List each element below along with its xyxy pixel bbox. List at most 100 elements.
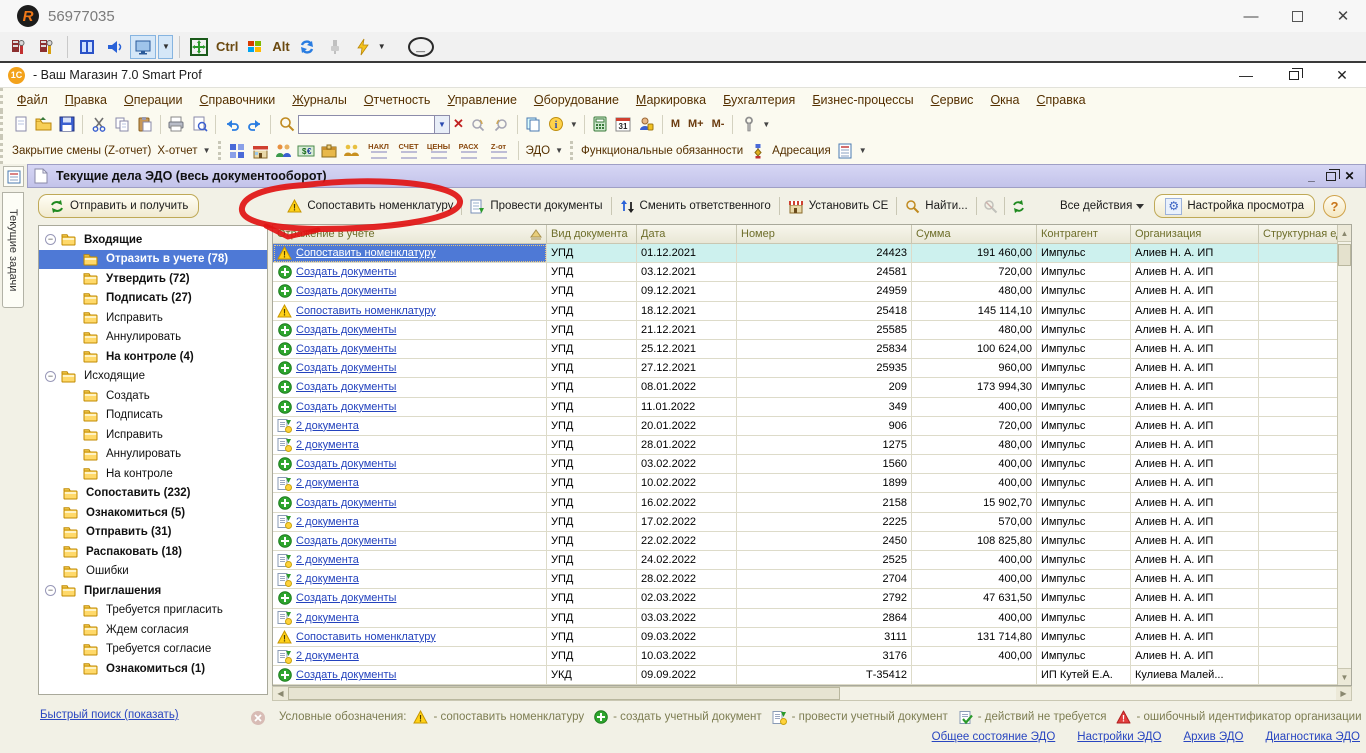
menu-отчетность[interactable]: Отчетность [364, 93, 431, 107]
copy-icon[interactable] [111, 114, 132, 135]
cell[interactable]: Импульс [1037, 628, 1131, 647]
cell[interactable]: 3111 [737, 628, 912, 647]
cell[interactable]: 11.01.2022 [637, 398, 737, 417]
cell[interactable]: Алиев Н. А. ИП [1131, 628, 1259, 647]
menu-операции[interactable]: Операции [124, 93, 182, 107]
cell[interactable]: Импульс [1037, 609, 1131, 628]
action-link[interactable]: Создать документы [296, 266, 396, 278]
tree-item[interactable]: Ознакомиться (5) [39, 503, 267, 523]
cell[interactable] [1259, 455, 1339, 474]
tree-item[interactable]: Распаковать (18) [39, 542, 267, 562]
cell[interactable]: УПД [547, 628, 637, 647]
find-button[interactable]: Найти... [899, 199, 973, 214]
action-link[interactable]: Создать документы [296, 362, 396, 374]
cell[interactable]: Алиев Н. А. ИП [1131, 436, 1259, 455]
tree-item[interactable]: −Исходящие [39, 367, 267, 387]
cell[interactable]: УПД [547, 302, 637, 321]
action-cell[interactable]: Создать документы [273, 282, 547, 301]
column-header[interactable]: Структурная ед... [1259, 225, 1339, 244]
cell[interactable]: УПД [547, 455, 637, 474]
action-link[interactable]: Создать документы [296, 535, 396, 547]
table-row[interactable]: Создать документыУПД16.02.2022215815 902… [273, 493, 1351, 512]
cell[interactable] [1259, 589, 1339, 608]
app-close-button[interactable]: ✕ [1318, 64, 1366, 87]
action-cell[interactable]: 2 документа [273, 570, 547, 589]
action-cell[interactable]: Создать документы [273, 398, 547, 417]
cell[interactable]: 400,00 [912, 551, 1037, 570]
tree-item[interactable]: Исправить [39, 425, 267, 445]
cell[interactable]: 15 902,70 [912, 493, 1037, 512]
cell[interactable]: УПД [547, 436, 637, 455]
cell[interactable]: Импульс [1037, 647, 1131, 666]
cell[interactable] [1259, 378, 1339, 397]
cell[interactable]: УПД [547, 340, 637, 359]
fullscreen-icon[interactable] [186, 35, 212, 59]
menu-окна[interactable]: Окна [990, 93, 1019, 107]
table-row[interactable]: 2 документаУПД03.03.20222864400,00Импуль… [273, 609, 1351, 628]
cell[interactable]: Импульс [1037, 321, 1131, 340]
duplicate-pages-icon[interactable] [523, 114, 544, 135]
action-cell[interactable]: Создать документы [273, 378, 547, 397]
cell[interactable]: УПД [547, 474, 637, 493]
table-row[interactable]: Создать документыУКД09.09.2022Т-35412ИП … [273, 666, 1351, 685]
tree-item-label[interactable]: Входящие [80, 233, 146, 247]
tree-item-label[interactable]: Ознакомиться (5) [82, 506, 189, 520]
cut-icon[interactable] [88, 114, 109, 135]
cell[interactable]: УПД [547, 570, 637, 589]
action-link[interactable]: Сопоставить номенклатуру [296, 247, 436, 259]
search-icon[interactable] [276, 114, 297, 135]
match-nomenclature-button[interactable]: !Сопоставить номенклатуру [281, 199, 459, 214]
action-cell[interactable]: Создать документы [273, 321, 547, 340]
cell[interactable]: Алиев Н. А. ИП [1131, 609, 1259, 628]
cell[interactable] [1259, 474, 1339, 493]
edo-menu-button[interactable]: ЭДО [523, 145, 554, 157]
cell[interactable]: УПД [547, 532, 637, 551]
footer-link[interactable]: Диагностика ЭДО [1266, 731, 1360, 743]
cell[interactable]: 131 714,80 [912, 628, 1037, 647]
cell[interactable] [1259, 282, 1339, 301]
table-row[interactable]: Создать документыУПД03.02.20221560400,00… [273, 455, 1351, 474]
cell[interactable]: 10.02.2022 [637, 474, 737, 493]
cell[interactable] [1259, 666, 1339, 685]
cell[interactable]: 400,00 [912, 609, 1037, 628]
tree-item-label[interactable]: Требуется пригласить [102, 603, 227, 617]
remote-maximize-button[interactable] [1274, 1, 1320, 31]
cell[interactable]: Алиев Н. А. ИП [1131, 532, 1259, 551]
vertical-scroll-thumb[interactable] [1338, 244, 1351, 266]
scroll-left-icon[interactable]: ◀ [273, 687, 288, 700]
action-cell[interactable]: Создать документы [273, 666, 547, 685]
windows-key-icon[interactable] [242, 35, 268, 59]
tree-item-label[interactable]: Ошибки [82, 564, 133, 578]
table-row[interactable]: Создать документыУПД27.12.202125935960,0… [273, 359, 1351, 378]
preview-icon[interactable] [189, 114, 210, 135]
cell[interactable]: 24423 [737, 244, 912, 263]
refresh-icon[interactable] [294, 35, 320, 59]
cell[interactable] [1259, 398, 1339, 417]
column-header[interactable]: Сумма [912, 225, 1037, 244]
addressing-dropdown[interactable]: ▼ [859, 146, 867, 155]
reports-dropdown[interactable]: ▼ [203, 146, 211, 155]
print-icon[interactable] [166, 114, 187, 135]
tree-item[interactable]: −Приглашения [39, 581, 267, 601]
table-row[interactable]: !Сопоставить номенклатуруУПД18.12.202125… [273, 302, 1351, 321]
cell[interactable]: Импульс [1037, 263, 1131, 282]
action-link[interactable]: 2 документа [296, 420, 359, 432]
table-row[interactable]: Создать документыУПД08.01.2022209173 994… [273, 378, 1351, 397]
cell[interactable]: 2525 [737, 551, 912, 570]
table-row[interactable]: 2 документаУПД24.02.20222525400,00Импуль… [273, 551, 1351, 570]
cell[interactable]: УПД [547, 263, 637, 282]
badge-цены[interactable]: ЦЕНЫ [425, 143, 453, 159]
tree-item-label[interactable]: Сопоставить (232) [82, 486, 194, 500]
cell[interactable]: 25834 [737, 340, 912, 359]
action-cell[interactable]: Создать документы [273, 589, 547, 608]
menu-правка[interactable]: Правка [65, 93, 107, 107]
action-link[interactable]: 2 документа [296, 477, 359, 489]
action-cell[interactable]: Создать документы [273, 532, 547, 551]
cell[interactable] [1259, 244, 1339, 263]
table-row[interactable]: 2 документаУПД28.01.20221275480,00Импуль… [273, 436, 1351, 455]
cell[interactable]: 906 [737, 417, 912, 436]
cell[interactable]: Алиев Н. А. ИП [1131, 359, 1259, 378]
action-cell[interactable]: !Сопоставить номенклатуру [273, 302, 547, 321]
table-row[interactable]: Создать документыУПД03.12.202124581720,0… [273, 263, 1351, 282]
cell[interactable]: 400,00 [912, 570, 1037, 589]
